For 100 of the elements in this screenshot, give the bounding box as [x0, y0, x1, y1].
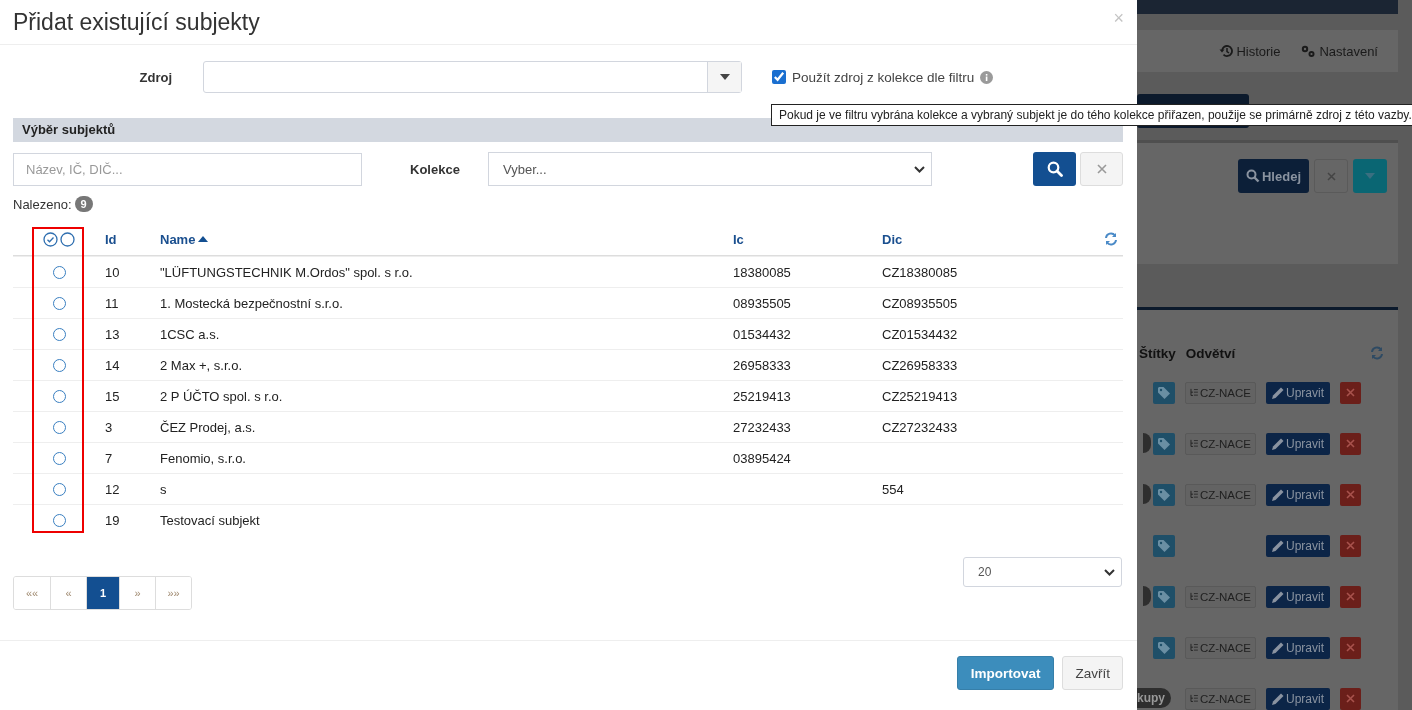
caret-icon — [719, 74, 730, 80]
column-header: Štítky — [1139, 345, 1176, 361]
table-cell: 25219413 — [733, 388, 791, 404]
chevron-down-icon — [1104, 568, 1115, 576]
search-icon — [1046, 161, 1063, 177]
select-all-icon — [43, 231, 58, 247]
tags-button[interactable] — [1153, 585, 1175, 608]
classification-button[interactable]: CZ-NACE — [1185, 483, 1256, 506]
checkbox[interactable] — [772, 70, 786, 84]
tree-list-icon — [1190, 438, 1198, 449]
clear-button[interactable] — [1314, 159, 1348, 193]
badge: kupy — [1137, 687, 1171, 708]
table-cell: CZ18380085 — [882, 264, 958, 280]
table-cell: 14 — [105, 357, 120, 373]
tags-button[interactable] — [1153, 483, 1175, 506]
edit-button[interactable]: Upravit — [1266, 636, 1330, 659]
tag-icon — [1158, 437, 1170, 450]
delete-button[interactable] — [1340, 381, 1361, 404]
delete-button[interactable] — [1340, 585, 1361, 608]
classification-button[interactable]: CZ-NACE — [1185, 636, 1256, 659]
refresh-icon — [1370, 346, 1384, 360]
table-cell: 13 — [105, 326, 120, 342]
toolbar-link[interactable]: Nastavení — [1319, 43, 1378, 59]
tags-button[interactable] — [1153, 636, 1175, 659]
edit-button[interactable]: Upravit — [1266, 432, 1330, 455]
column-header[interactable]: Name — [160, 231, 196, 247]
tags-button[interactable] — [1153, 432, 1175, 455]
table-cell: Fenomio, s.r.o. — [160, 450, 246, 466]
close-icon — [1346, 694, 1355, 703]
page-button[interactable]: 1 — [86, 577, 119, 609]
close-icon — [1346, 541, 1355, 550]
delete-button[interactable] — [1340, 534, 1361, 557]
close-button[interactable]: Zavřít — [1062, 656, 1123, 690]
table-cell: 27232433 — [733, 419, 791, 435]
table-cell: 1CSC a.s. — [160, 326, 220, 342]
edit-button[interactable]: Upravit — [1266, 585, 1330, 608]
classification-button[interactable]: CZ-NACE — [1185, 687, 1256, 710]
source-combobox[interactable] — [203, 61, 742, 93]
delete-button[interactable] — [1340, 636, 1361, 659]
table-cell: CZ27232433 — [882, 419, 958, 435]
collection-select[interactable]: Vyber... — [488, 152, 932, 186]
search-button[interactable]: Hledej — [1238, 159, 1309, 193]
table-cell: 08935505 — [733, 295, 791, 311]
column-header[interactable]: Id — [105, 231, 117, 247]
search-icon — [1246, 169, 1260, 183]
delete-button[interactable] — [1340, 483, 1361, 506]
toolbar-link[interactable]: Historie — [1236, 43, 1281, 59]
close-icon — [1346, 490, 1355, 499]
table-cell: ČEZ Prodej, a.s. — [160, 419, 256, 435]
found-label: Nalezeno: — [13, 196, 72, 212]
table-cell: CZ08935505 — [882, 295, 958, 311]
column-header[interactable]: Dic — [882, 231, 903, 247]
table-cell: 7 — [105, 450, 113, 466]
column-header[interactable]: Ic — [733, 231, 744, 247]
table-cell: CZ01534432 — [882, 326, 958, 342]
table-cell: 10 — [105, 264, 120, 280]
edit-button[interactable]: Upravit — [1266, 687, 1330, 710]
tag-icon — [1158, 590, 1170, 603]
delete-button[interactable] — [1340, 687, 1361, 710]
pencil-icon — [1272, 641, 1284, 654]
table-cell: "LÜFTUNGSTECHNIK M.Ordos" spol. s r.o. — [160, 264, 413, 280]
count-badge: 9 — [74, 196, 93, 212]
page-size-select[interactable]: 20 — [963, 557, 1122, 587]
table-cell: 03895424 — [733, 450, 791, 466]
edit-button[interactable]: Upravit — [1266, 483, 1330, 506]
search-field[interactable]: Název, IČ, DIČ... — [13, 152, 362, 186]
pencil-icon — [1272, 692, 1284, 705]
import-button[interactable]: Importovat — [956, 656, 1055, 690]
table-cell: 18380085 — [733, 264, 791, 280]
classification-button[interactable]: CZ-NACE — [1185, 381, 1256, 404]
delete-button[interactable] — [1340, 432, 1361, 455]
pencil-icon — [1272, 386, 1284, 399]
tag-icon — [1158, 488, 1170, 501]
tree-list-icon — [1190, 489, 1198, 500]
page-button[interactable]: »» — [155, 577, 191, 609]
edit-button[interactable]: Upravit — [1266, 534, 1330, 557]
table-cell: 554 — [882, 481, 904, 497]
table-cell: 12 — [105, 481, 120, 497]
column-header: Odvětví — [1185, 345, 1237, 361]
close-icon — [1096, 164, 1107, 174]
close-icon — [1326, 171, 1336, 181]
deselect-all-icon — [60, 231, 75, 247]
table-cell: 3 — [105, 419, 113, 435]
table-cell: CZ26958333 — [882, 357, 958, 373]
table-cell: 2 P ÚČTO spol. s r.o. — [160, 388, 283, 404]
history-icon — [1219, 44, 1234, 58]
tags-button[interactable] — [1153, 534, 1175, 557]
tags-button[interactable] — [1153, 381, 1175, 404]
search-button[interactable] — [1033, 152, 1076, 186]
table-cell: 11 — [105, 295, 119, 311]
caret-icon — [1365, 173, 1375, 179]
pencil-icon — [1272, 590, 1284, 603]
tree-list-icon — [1190, 693, 1198, 704]
classification-button[interactable]: CZ-NACE — [1185, 585, 1256, 608]
table-cell: 19 — [105, 512, 120, 528]
chevron-down-icon — [914, 165, 925, 173]
source-label: Zdroj — [138, 69, 172, 85]
classification-button[interactable]: CZ-NACE — [1185, 432, 1256, 455]
tree-list-icon — [1190, 642, 1198, 653]
edit-button[interactable]: Upravit — [1266, 381, 1330, 404]
